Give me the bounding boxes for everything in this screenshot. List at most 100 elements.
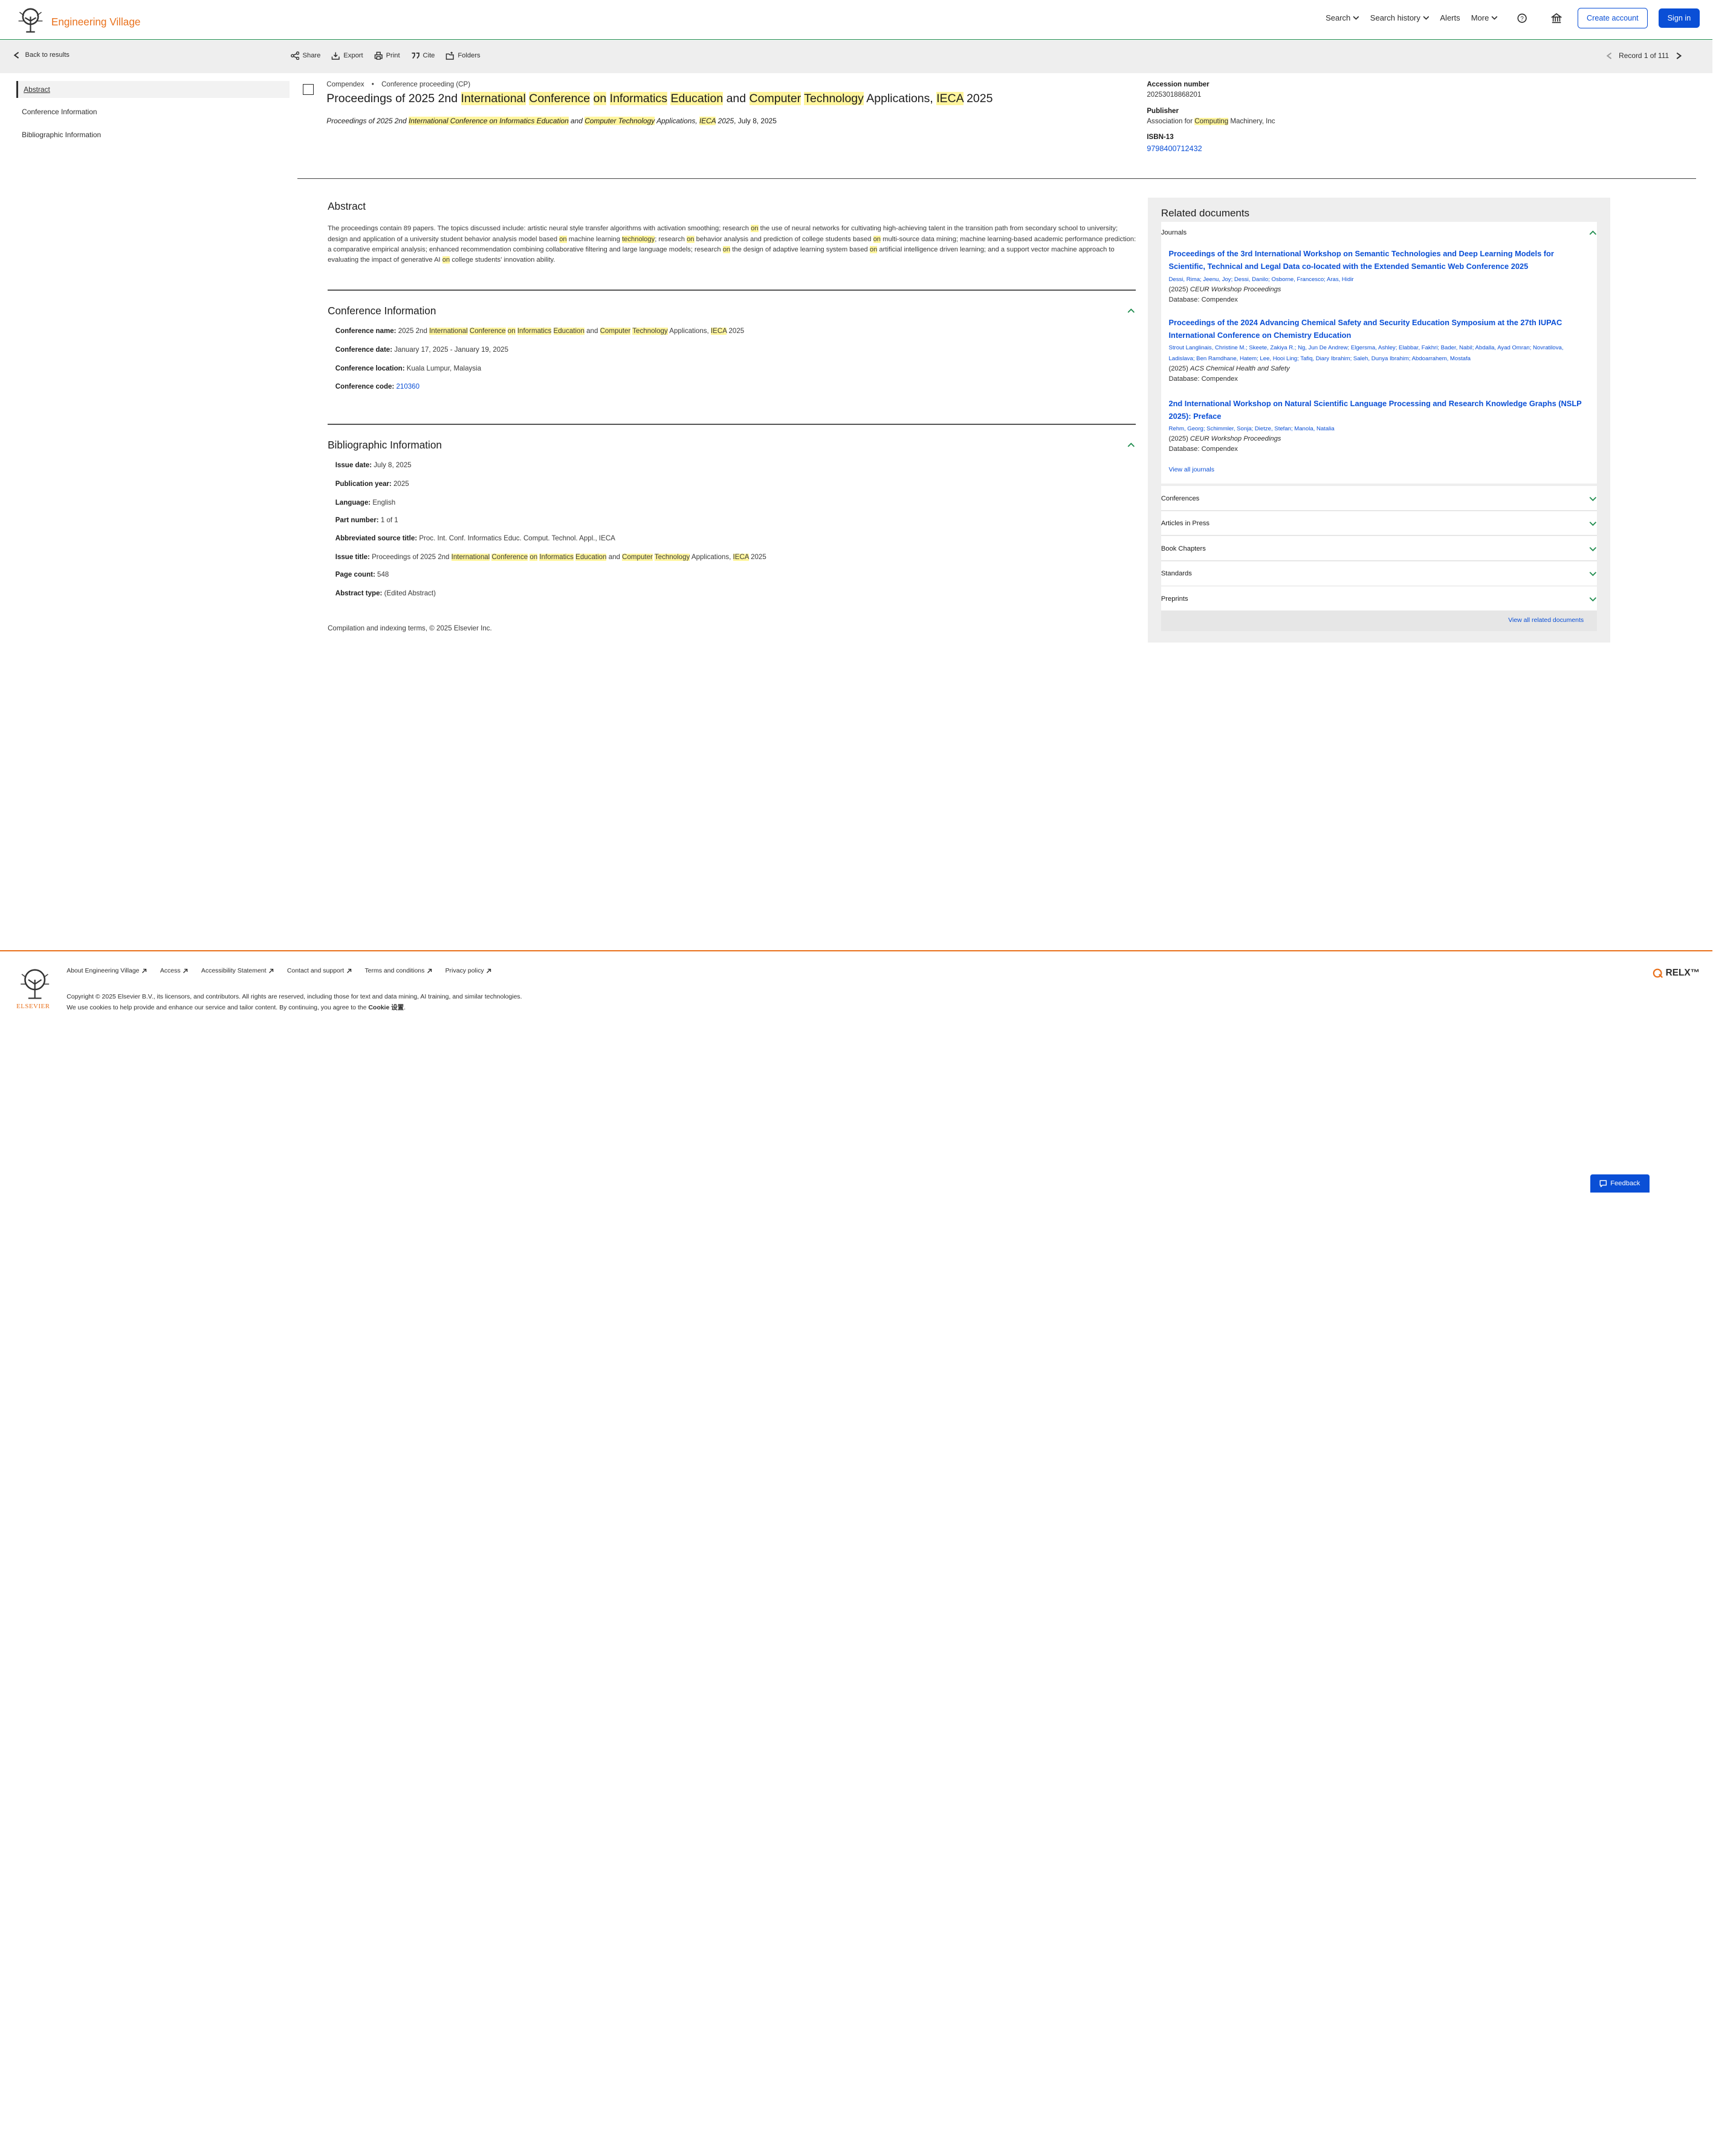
field-label: Conference name: [335,328,397,335]
help-icon[interactable]: ? [1517,13,1527,23]
chevron-up-icon [1589,230,1597,235]
related-journal-title[interactable]: 2nd International Workshop on Natural Sc… [1168,398,1589,423]
export-button[interactable]: Export [331,51,363,60]
field-label: Part number: [335,516,379,524]
feedback-button[interactable]: Feedback [1590,1174,1650,1193]
page: Engineering Village Search Search histor… [0,0,1713,1193]
folders-label: Folders [458,52,481,60]
section-divider [328,424,1136,425]
related-journal-authors[interactable]: Dessi, Rima; Jeenu, Joy; Dessi, Danilo; … [1168,274,1589,285]
relx-logo[interactable]: RELX™ [1653,968,1700,979]
field-highlight: International [429,328,468,335]
nav-alerts[interactable]: Alerts [1440,13,1460,22]
related-journal-authors[interactable]: Strout Langlinais, Christine M.; Skeete,… [1168,343,1589,364]
external-link-icon [142,968,147,973]
title-highlight: Conference [529,91,591,105]
title-highlight: on [593,91,607,105]
title-highlight: Informatics [609,91,668,105]
cookie-settings-link[interactable]: Cookie 设置 [368,1005,404,1011]
elsevier-tree-logo [16,7,45,34]
record-actions: Share Export Print Cite Folders [290,51,481,60]
footer-link-about[interactable]: About Engineering Village [66,968,147,974]
document-type: Conference proceeding (CP) [381,80,471,88]
title-highlight: International [461,91,526,105]
select-record-checkbox[interactable] [302,84,314,95]
toc-bibliographic-information[interactable]: Bibliographic Information [16,126,290,143]
nav-more[interactable]: More [1471,13,1498,22]
chevron-up-icon[interactable] [1127,307,1135,315]
isbn-link[interactable]: 9798400712432 [1147,144,1275,153]
chevron-up-icon[interactable] [1127,441,1135,449]
accordion-preprints[interactable]: Preprints [1161,586,1597,612]
abstract-highlight: on [559,235,567,243]
next-record-icon[interactable] [1676,52,1682,60]
footer-link-contact[interactable]: Contact and support [287,968,352,974]
field-value: and [606,554,623,562]
chevron-down-icon [1589,546,1597,551]
title-highlight: Technology [804,91,864,105]
toc-abstract[interactable]: Abstract [16,80,290,99]
field-value: 1 of 1 [380,516,398,524]
main-nav: Search Search history Alerts More ? Crea… [1326,7,1700,28]
accession-number: 20253018868201 [1147,91,1202,99]
brand[interactable]: Engineering Village [16,7,141,34]
related-journal-authors[interactable]: Rehm, Georg; Schimmler, Sonja; Dietze, S… [1168,424,1589,434]
chat-bubble-icon [1599,1180,1607,1188]
abstract-type-field: Abstract type: (Edited Abstract) [335,590,436,597]
footer-link-access[interactable]: Access [160,968,188,974]
sign-in-button[interactable]: Sign in [1659,8,1700,28]
toc-conference-information[interactable]: Conference Information [16,103,290,120]
accordion-conferences[interactable]: Conferences [1161,486,1597,511]
external-link-icon [487,968,491,973]
folders-button[interactable]: Folders [445,51,481,60]
institution-icon[interactable] [1551,13,1562,24]
back-to-results-link[interactable]: Back to results [13,51,70,59]
print-icon [374,51,383,60]
source-text: Applications, [655,117,699,126]
title-text: and [723,91,750,105]
field-highlight: on [529,554,538,562]
field-value: 2025 [393,481,409,488]
footer-link-accessibility[interactable]: Accessibility Statement [201,968,274,974]
nav-search-history[interactable]: Search history [1370,13,1430,22]
accordion-journals[interactable]: Journals [1161,221,1597,244]
field-highlight: Computer [622,554,653,562]
nav-search[interactable]: Search [1326,13,1359,22]
section-divider [328,289,1136,291]
accordion-standards[interactable]: Standards [1161,561,1597,586]
print-button[interactable]: Print [374,51,400,60]
footer-link-label: Terms and conditions [364,968,425,974]
header-divider [297,178,1697,180]
related-journal-title[interactable]: Proceedings of the 3rd International Wor… [1168,248,1589,273]
record-metadata: Accession number 20253018868201 Publishe… [1147,81,1275,162]
abstract-highlight: on [687,235,695,243]
share-icon [290,51,299,60]
cite-button[interactable]: Cite [411,51,435,60]
brand-name: Engineering Village [51,15,141,28]
conference-date-field: Conference date: January 17, 2025 - Janu… [335,346,508,354]
footer-divider [0,950,1713,951]
footer-link-terms[interactable]: Terms and conditions [364,968,432,974]
previous-record-icon[interactable] [1606,52,1613,60]
field-highlight: Computer [600,328,631,335]
conference-heading: Conference Information [328,305,436,317]
create-account-button[interactable]: Create account [1577,7,1648,28]
chevron-down-icon [1589,597,1597,601]
view-all-journals-link[interactable]: View all journals [1168,467,1214,473]
external-link-icon [427,968,432,973]
footer-link-label: Privacy policy [445,968,484,974]
document-meta: Compendex • Conference proceeding (CP) [326,81,470,88]
source-date: , July 8, 2025 [734,117,777,126]
view-all-related-link[interactable]: View all related documents [1508,617,1584,624]
related-journal-item: Proceedings of the 2024 Advancing Chemic… [1168,317,1589,384]
accordion-articles-in-press[interactable]: Articles in Press [1161,511,1597,536]
abstract-highlight: technology [622,235,655,243]
conference-code-link[interactable]: 210360 [396,383,419,390]
related-journal-database: Database: Compendex [1168,375,1238,383]
related-journal-title[interactable]: Proceedings of the 2024 Advancing Chemic… [1168,317,1589,342]
source-title: CEUR Workshop Proceedings [1190,435,1281,443]
share-button[interactable]: Share [290,51,320,60]
accordion-book-chapters[interactable]: Book Chapters [1161,536,1597,561]
isbn-value[interactable]: 9798400712432 [1147,144,1202,153]
footer-link-privacy[interactable]: Privacy policy [445,968,492,974]
